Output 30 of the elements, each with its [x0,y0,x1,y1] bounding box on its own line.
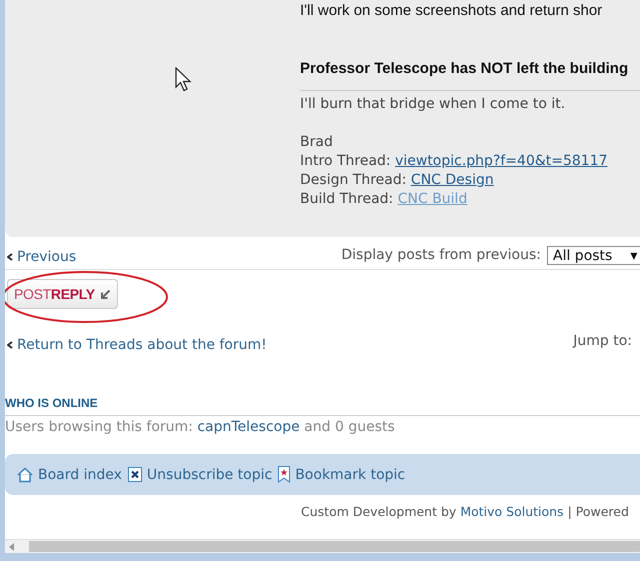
horizontal-scrollbar[interactable] [5,539,640,553]
scroll-left-icon[interactable] [9,542,15,550]
signature-name: Brad [300,133,334,152]
post-text: I'll work on some screenshots and return shor [300,2,602,19]
display-posts-label: Display posts from previous: [341,247,541,263]
signature-label: Intro Thread: [300,153,391,169]
online-users-text: Users browsing this forum: capnTelescope and 0 guests [5,419,396,435]
mouse-cursor-icon [175,67,193,93]
post-bold-text: Professor Telescope has NOT left the building [300,60,628,77]
unsubscribe-icon [128,467,142,482]
section-heading: WHO IS ONLINE [5,396,98,410]
thread-link[interactable]: CNC Design [410,172,494,188]
arrow-icon [100,288,111,300]
return-link[interactable]: Return to Threads about the forum! [17,337,267,353]
nav-link[interactable]: Board index [38,466,122,482]
nav-link[interactable]: Bookmark topic [295,466,406,482]
signature-quote: I'll burn that bridge when I come to it. [300,95,566,114]
posts-dropdown[interactable]: All posts ▾ [547,246,640,264]
chevron-left-icon [7,253,13,261]
post-reply-button[interactable]: POSTREPLY [7,279,118,309]
chevron-left-icon [7,341,13,349]
nav-link[interactable]: Unsubscribe topic [146,466,272,482]
home-icon [17,466,33,482]
footer-text: Custom Development by Motivo Solutions | Powered [301,504,630,519]
signature-label: Design Thread: [300,172,406,188]
signature-label: Build Thread: [300,191,394,207]
thread-link[interactable]: viewtopic.php?f=40&t=58117 [395,153,608,169]
previous-link[interactable]: Previous [17,249,76,265]
jump-to-label: Jump to: [573,333,632,351]
bookmark-icon [278,466,290,483]
